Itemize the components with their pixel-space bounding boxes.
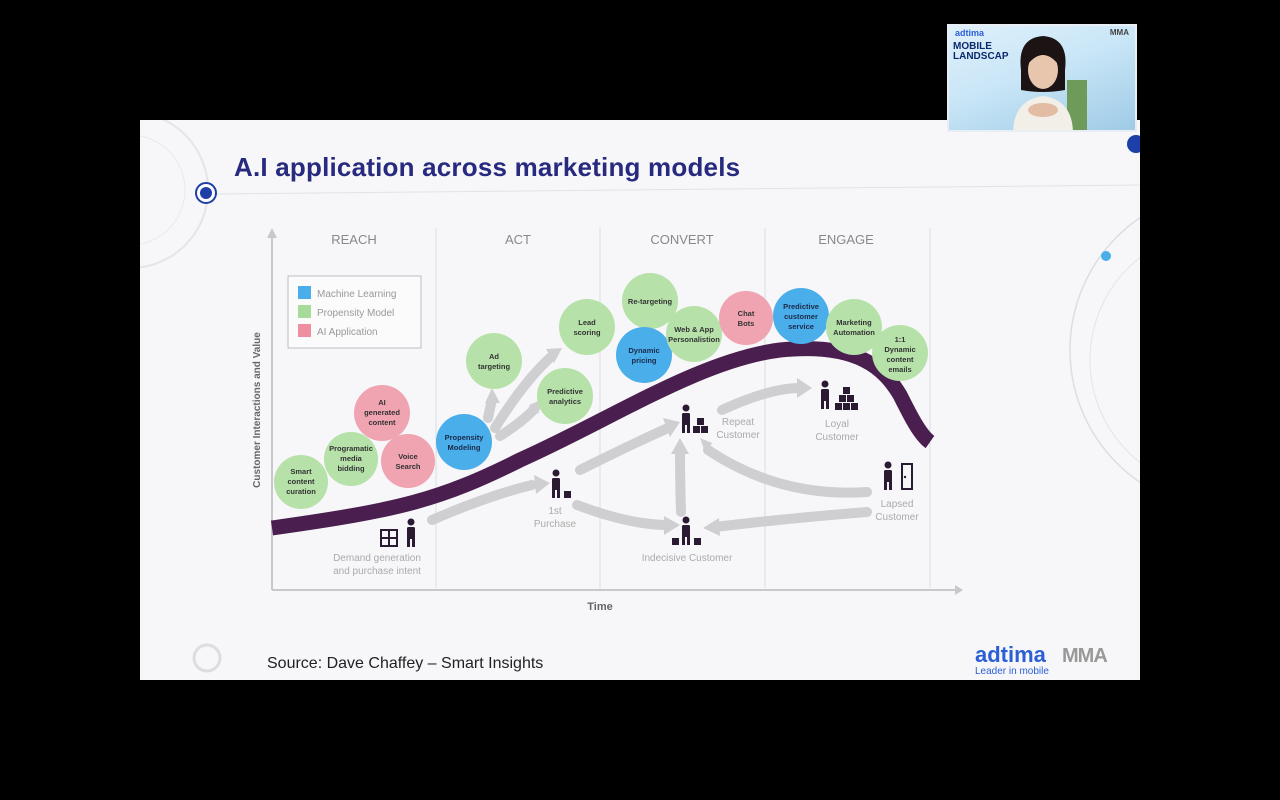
y-axis-arrow	[267, 228, 277, 238]
person-icon	[552, 469, 571, 498]
legend-ai-application: AI Application	[317, 327, 378, 338]
bubble-lead-scoring: Lead scoring	[559, 299, 615, 355]
bubble-label: Web & App Personalistion	[668, 325, 720, 344]
bubble-programatic-media-bidding: Programatic media bidding	[324, 432, 378, 486]
bubble-label: Dynamic pricing	[628, 346, 659, 365]
legend-swatch-ai-application	[298, 324, 311, 337]
webcam-partner-logo: MMA	[1109, 28, 1129, 37]
presentation-slide: A.I application across marketing models …	[140, 120, 1140, 680]
person-icon	[672, 516, 701, 545]
bubble-voice-search: Voice Search	[381, 434, 435, 488]
bubble-dynamic-content-emails: 1:1 Dynamic content emails	[872, 325, 928, 381]
adtima-logo: adtima	[975, 642, 1046, 667]
stage-convert: CONVERT	[650, 232, 713, 247]
bubble-chat-bots: Chat Bots	[719, 291, 773, 345]
legend-swatch-propensity-model	[298, 305, 311, 318]
window-icon	[380, 529, 398, 547]
bubble-label: Chat Bots	[738, 309, 755, 328]
stage-reach: REACH	[331, 232, 377, 247]
bubble-propensity-modeling: Propensity Modeling	[436, 414, 492, 470]
bubble-predictive-customer-service: Predictive customer service	[773, 288, 829, 344]
label-first-purchase: 1st Purchase	[534, 506, 577, 530]
bubble-ai-generated-content: AI generated content	[354, 385, 410, 441]
stage-act: ACT	[505, 232, 531, 247]
bubble-label: Predictive customer service	[783, 302, 819, 331]
person-icon	[884, 461, 913, 490]
stage-engage: ENGAGE	[818, 232, 874, 247]
person-icon	[821, 380, 858, 410]
arrow-first-purchase-to-repeat	[575, 423, 673, 475]
label-loyal-customer: Loyal Customer	[815, 419, 859, 443]
bubble-ad-targeting: Ad targeting	[466, 333, 522, 389]
webcam-brand: adtima	[955, 28, 985, 38]
label-demand-generation: Demand generation and purchase intent	[333, 553, 421, 577]
speaker-avatar	[1013, 36, 1087, 130]
arrow-lapsed-to-indecisive	[710, 507, 872, 532]
legend-machine-learning: Machine Learning	[317, 289, 397, 300]
label-lapsed-customer: Lapsed Customer	[875, 499, 919, 523]
label-repeat-customer: Repeat Customer	[716, 417, 760, 441]
person-icon	[682, 404, 708, 433]
bubble-label: Propensity Modeling	[445, 433, 485, 452]
arrow-lapsed-to-repeat	[703, 445, 872, 498]
bubble-dynamic-pricing: Dynamic pricing	[616, 327, 672, 383]
bubble-predictive-analytics: Predictive analytics	[537, 368, 593, 424]
bubble-label: Marketing Automation	[833, 318, 875, 337]
legend-propensity-model: Propensity Model	[317, 308, 394, 319]
adtima-tagline: Leader in mobile	[975, 666, 1049, 677]
x-axis-label: Time	[587, 601, 612, 613]
y-axis-label: Customer Interactions and Value	[252, 332, 263, 488]
bubble-web-app-personalistion: Web & App Personalistion	[666, 306, 722, 362]
bubble-label: Re-targeting	[628, 297, 673, 306]
x-axis-arrow	[955, 585, 963, 595]
label-indecisive-customer: Indecisive Customer	[642, 553, 733, 564]
person-icon	[407, 518, 415, 547]
arrow-indecisive-to-repeat	[675, 445, 686, 517]
arrow-first-purchase-to-indecisive	[572, 500, 673, 530]
marketing-model-diagram: REACH ACT CONVERT ENGAGE Customer Intera…	[252, 228, 963, 613]
speaker-video-thumbnail[interactable]: adtima MOBILE LANDSCAP MMA	[947, 24, 1137, 132]
legend-swatch-machine-learning	[298, 286, 311, 299]
bubble-label: Predictive analytics	[547, 387, 583, 406]
bubble-smart-content-curation: Smart content curation	[274, 455, 328, 509]
arrow-repeat-to-loyal	[717, 383, 805, 415]
mma-logo: MMA	[1062, 645, 1108, 667]
bubble-label: Voice Search	[395, 452, 420, 471]
source-citation: Source: Dave Chaffey – Smart Insights	[267, 655, 544, 672]
